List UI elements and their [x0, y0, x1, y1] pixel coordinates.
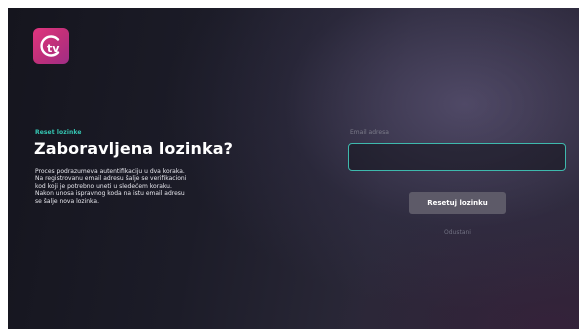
description-line: Proces podrazumeva autentifikaciju u dva… — [35, 168, 185, 175]
page-title: Zaboravljena lozinka? — [34, 139, 234, 158]
reset-kicker: Reset lozinke — [35, 129, 82, 136]
email-field[interactable] — [348, 143, 566, 171]
description-line: se šalje nova lozinka. — [35, 197, 99, 205]
reset-description: Proces podrazumeva autentifikaciju u dva… — [35, 168, 235, 205]
svg-text:tv: tv — [47, 42, 60, 55]
reset-password-button[interactable]: Resetuj lozinku — [409, 192, 506, 214]
description-line: kod koji je potrebno uneti u sledećem ko… — [35, 182, 172, 190]
description-line: Na registrovanu email adresu šalje se ve… — [35, 175, 187, 183]
email-label: Email adresa — [350, 129, 389, 136]
description-line: Nakon unosa ispravnog koda na istu email… — [35, 190, 185, 198]
tv-screen: tv Reset lozinke Zaboravljena lozinka? P… — [8, 8, 579, 329]
cancel-button[interactable]: Odustani — [409, 229, 506, 236]
tv-logo-icon: tv — [33, 28, 69, 64]
tv-logo-mark: tv — [40, 35, 60, 57]
